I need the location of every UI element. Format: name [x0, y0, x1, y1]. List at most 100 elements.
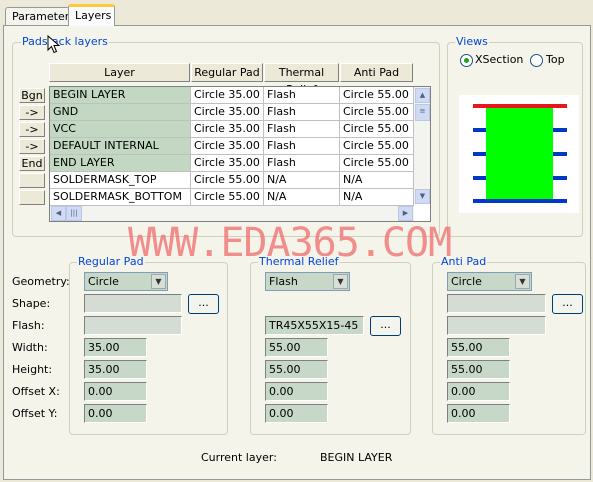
grid-cell[interactable]: Circle 35.00	[191, 121, 264, 138]
grid-cell[interactable]: Flash	[264, 121, 340, 138]
vertical-scroll-thumb[interactable]: ≡	[415, 104, 430, 121]
top-radio[interactable]	[530, 54, 543, 67]
anti-pad-width-field[interactable]: 55.00	[447, 338, 510, 357]
thermal-relief-title: Thermal Relief	[258, 255, 340, 268]
grid-cell[interactable]: Flash	[264, 104, 340, 121]
anti-pad-shape-field[interactable]	[447, 294, 546, 313]
regular-pad-width-field[interactable]: 35.00	[84, 338, 147, 357]
anti-pad-offset-x-field[interactable]: 0.00	[447, 382, 510, 401]
column-header-layer[interactable]: Layer	[49, 63, 190, 82]
column-header-thermal-relief[interactable]: Thermal Relief	[264, 63, 339, 96]
row-select-button[interactable]	[19, 190, 45, 205]
thermal-relief-geometry-select[interactable]: Flash ▼	[265, 272, 350, 291]
scroll-up-arrow-icon[interactable]: ▲	[415, 88, 430, 103]
row-select-button[interactable]: ->	[19, 139, 45, 154]
anti-pad-offset-y-field[interactable]: 0.00	[447, 404, 510, 423]
top-label: Top	[546, 53, 565, 66]
grid-cell[interactable]: Circle 55.00	[340, 121, 414, 138]
grid-cell[interactable]: Circle 55.00	[340, 138, 414, 155]
grid-cell[interactable]: Circle 35.00	[191, 138, 264, 155]
grid-cell[interactable]: N/A	[264, 172, 340, 189]
thermal-relief-offset-x-field[interactable]: 0.00	[265, 382, 328, 401]
grid-cell[interactable]: GND	[50, 104, 191, 121]
regular-pad-shape-field[interactable]	[84, 294, 182, 313]
chevron-down-icon[interactable]: ▼	[151, 274, 166, 289]
chevron-down-icon[interactable]: ▼	[515, 274, 530, 289]
column-header-anti-pad[interactable]: Anti Pad	[340, 63, 413, 82]
inner-layer-right	[553, 176, 567, 180]
bottom-layer-line	[473, 199, 567, 203]
regular-pad-title: Regular Pad	[77, 255, 145, 268]
anti-pad-geometry-value: Circle	[451, 275, 482, 288]
grid-cell[interactable]: END LAYER	[50, 155, 191, 172]
grid-cell[interactable]: Flash	[264, 87, 340, 104]
xsection-view	[459, 95, 579, 213]
height-label: Height:	[12, 363, 53, 376]
grid-cell[interactable]: Circle 35.00	[191, 87, 264, 104]
scroll-right-arrow-icon[interactable]: ▶	[398, 206, 413, 221]
geometry-label: Geometry:	[12, 275, 70, 288]
thermal-relief-width-field[interactable]: 55.00	[265, 338, 328, 357]
offset-y-label: Offset Y:	[12, 407, 58, 420]
row-select-button[interactable]	[19, 173, 45, 188]
grid-cell[interactable]: VCC	[50, 121, 191, 138]
grid-cell[interactable]: Circle 55.00	[340, 87, 414, 104]
views-title: Views	[455, 35, 489, 48]
padstack-xsection-drawing	[473, 104, 567, 203]
shape-label: Shape:	[12, 297, 51, 310]
chevron-down-icon[interactable]: ▼	[333, 274, 348, 289]
current-layer-value: BEGIN LAYER	[320, 451, 393, 464]
inner-layer-left	[473, 128, 486, 132]
tab-parameters[interactable]: Parameters	[5, 7, 75, 25]
thermal-relief-height-field[interactable]: 55.00	[265, 360, 328, 379]
thermal-relief-flash-browse-button[interactable]: ...	[370, 316, 401, 336]
thermal-relief-flash-field[interactable]: TR45X55X15-45	[265, 316, 364, 335]
xsection-radio[interactable]	[460, 54, 473, 67]
grid-cell[interactable]: Circle 55.00	[340, 155, 414, 172]
regular-pad-shape-browse-button[interactable]: ...	[188, 294, 219, 314]
tab-layers[interactable]: Layers	[68, 4, 115, 26]
row-select-button[interactable]: Bgn	[19, 88, 45, 103]
inner-layer-left	[473, 152, 486, 156]
grid-cell[interactable]: Circle 55.00	[340, 104, 414, 121]
scroll-down-arrow-icon[interactable]: ▼	[415, 189, 430, 204]
anti-pad-shape-browse-button[interactable]: ...	[552, 294, 583, 314]
anti-pad-flash-field[interactable]	[447, 316, 546, 335]
row-select-button[interactable]: ->	[19, 105, 45, 120]
column-header-regular-pad[interactable]: Regular Pad	[191, 63, 263, 82]
grid-cell[interactable]: N/A	[340, 172, 414, 189]
grid-cell[interactable]: N/A	[340, 189, 414, 206]
scroll-left-arrow-icon[interactable]: ◀	[51, 206, 66, 221]
regular-pad-offset-x-field[interactable]: 0.00	[84, 382, 147, 401]
horizontal-scroll-thumb[interactable]: |||	[66, 206, 82, 221]
horizontal-scrollbar[interactable]	[50, 206, 414, 221]
grid-cell[interactable]: Flash	[264, 155, 340, 172]
regular-pad-flash-field[interactable]	[84, 316, 182, 335]
grid-cell[interactable]: BEGIN LAYER	[50, 87, 191, 104]
anti-pad-title: Anti Pad	[440, 255, 488, 268]
row-select-button[interactable]: ->	[19, 122, 45, 137]
mouse-cursor-icon	[47, 35, 61, 54]
grid-cell[interactable]: Circle 35.00	[191, 155, 264, 172]
grid-cell[interactable]: Circle 55.00	[191, 172, 264, 189]
regular-pad-offset-y-field[interactable]: 0.00	[84, 404, 147, 423]
xsection-label: XSection	[475, 53, 524, 66]
grid-cell[interactable]: SOLDERMASK_BOTTOM	[50, 189, 191, 206]
regular-pad-height-field[interactable]: 35.00	[84, 360, 147, 379]
grid-cell[interactable]: Flash	[264, 138, 340, 155]
regular-pad-geometry-select[interactable]: Circle ▼	[84, 272, 168, 291]
inner-layer-right	[553, 128, 567, 132]
flash-label: Flash:	[12, 319, 45, 332]
padstack-layers-title: Padstack layers	[21, 35, 109, 48]
row-select-button[interactable]: End	[19, 156, 45, 171]
anti-pad-height-field[interactable]: 55.00	[447, 360, 510, 379]
grid-cell[interactable]: N/A	[264, 189, 340, 206]
grid-cell[interactable]: DEFAULT INTERNAL	[50, 138, 191, 155]
grid-cell[interactable]: Circle 55.00	[191, 189, 264, 206]
grid-cell[interactable]: SOLDERMASK_TOP	[50, 172, 191, 189]
thermal-relief-offset-y-field[interactable]: 0.00	[265, 404, 328, 423]
anti-pad-geometry-select[interactable]: Circle ▼	[447, 272, 532, 291]
thermal-relief-geometry-value: Flash	[269, 275, 298, 288]
offset-x-label: Offset X:	[12, 385, 60, 398]
grid-cell[interactable]: Circle 35.00	[191, 104, 264, 121]
